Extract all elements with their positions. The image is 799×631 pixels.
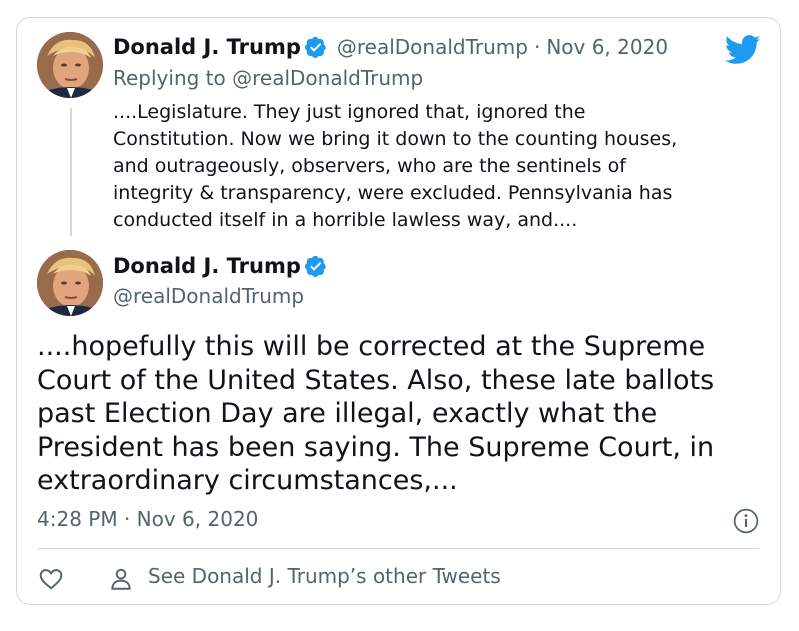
verified-badge-icon [304,36,326,58]
author-name[interactable]: Donald J. Trump [113,35,301,59]
user-icon [111,568,131,590]
divider [37,548,759,549]
quoted-tweet-text: ....Legislature. They just ignored that,… [113,101,678,231]
info-icon[interactable] [733,508,759,534]
tweet-date[interactable]: Nov 6, 2020 [546,35,668,59]
author-handle[interactable]: @realDonaldTrump [337,35,528,59]
separator: · [533,35,541,59]
see-other-tweets-link[interactable]: See Donald J. Trump’s other Tweets [148,564,501,588]
main-tweet-text: ....hopefully this will be corrected at … [37,331,715,496]
avatar[interactable] [37,250,103,316]
quoted-tweet-header: Donald J. Trump @realDonaldTrump · Nov 6… [113,35,668,59]
twitter-bird-icon[interactable] [725,35,761,65]
heart-icon[interactable] [38,566,64,592]
thread-connector-line [70,108,72,236]
main-tweet-header: Donald J. Trump [113,254,327,278]
replying-to[interactable]: Replying to @realDonaldTrump [113,66,423,90]
avatar[interactable] [37,32,103,98]
author-handle[interactable]: @realDonaldTrump [113,284,304,308]
verified-badge-icon [304,255,326,277]
tweet-timestamp[interactable]: 4:28 PM · Nov 6, 2020 [37,507,258,531]
author-name[interactable]: Donald J. Trump [113,254,301,278]
